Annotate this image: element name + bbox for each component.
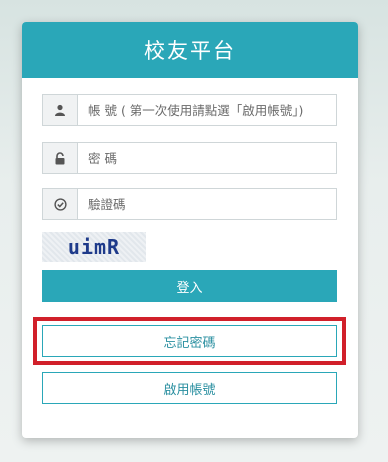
account-input[interactable]	[78, 95, 336, 125]
login-card: 校友平台 uimR 登入	[22, 22, 358, 438]
captcha-text: uimR	[67, 235, 121, 259]
activate-account-label: 啟用帳號	[163, 382, 216, 398]
card-header: 校友平台	[22, 22, 358, 78]
login-button-label: 登入	[176, 280, 203, 296]
forgot-password-label: 忘記密碼	[163, 335, 216, 351]
lock-icon	[43, 143, 78, 173]
login-button[interactable]: 登入	[42, 270, 337, 302]
captcha-image[interactable]: uimR	[42, 232, 146, 262]
captcha-input[interactable]	[78, 189, 336, 219]
account-field	[42, 94, 337, 126]
activate-account-button[interactable]: 啟用帳號	[42, 372, 337, 404]
password-field	[42, 142, 337, 174]
forgot-password-button[interactable]: 忘記密碼	[42, 325, 337, 357]
captcha-field	[42, 188, 337, 220]
page-title: 校友平台	[144, 39, 236, 63]
check-circle-icon	[43, 189, 78, 219]
password-input[interactable]	[78, 143, 336, 173]
user-icon	[43, 95, 78, 125]
